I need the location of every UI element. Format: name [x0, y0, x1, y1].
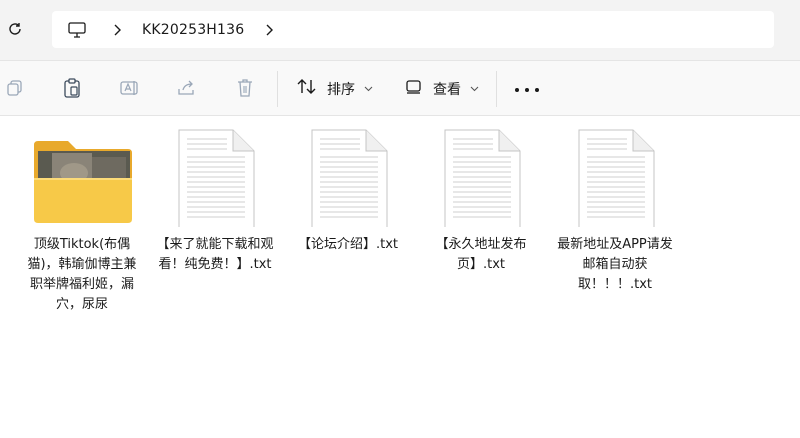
address-bar: KK20253H136 [0, 0, 800, 60]
text-file-icon [155, 117, 275, 233]
file-name: 【来了就能下载和观看！纯免费！】.txt [156, 237, 274, 272]
chevron-right-icon[interactable] [110, 23, 124, 37]
view-label: 查看 [433, 82, 461, 98]
refresh-icon[interactable] [4, 18, 26, 40]
file-name: 【论坛介绍】.txt [297, 237, 399, 252]
text-file-icon [421, 117, 541, 233]
sort-icon [297, 78, 317, 100]
sort-label: 排序 [327, 82, 355, 98]
breadcrumb-folder[interactable]: KK20253H136 [142, 22, 244, 38]
chevron-down-icon [469, 84, 479, 94]
view-button[interactable]: 查看 [405, 75, 479, 103]
file-name: 顶级Tiktok(布偶猫)，韩瑜伽博主兼职举牌福利姬，漏穴，尿尿 [27, 237, 137, 312]
rename-icon[interactable] [119, 77, 141, 99]
chevron-right-icon[interactable] [262, 23, 276, 37]
share-icon[interactable] [176, 77, 198, 99]
this-pc-icon[interactable] [66, 19, 88, 41]
breadcrumb[interactable]: KK20253H136 [52, 11, 774, 48]
more-options-icon[interactable] [515, 86, 539, 94]
copy-icon[interactable] [4, 77, 26, 99]
file-name: 【永久地址发布页】.txt [435, 237, 527, 272]
view-icon [405, 79, 423, 99]
text-file-icon [555, 117, 675, 233]
text-file-icon [288, 117, 408, 233]
command-bar: 排序 查看 [0, 60, 800, 116]
toolbar-divider [496, 71, 497, 107]
folder-icon [22, 117, 142, 227]
sort-button[interactable]: 排序 [297, 75, 373, 103]
file-name: 最新地址及APP请发邮箱自动获取！！！.txt [557, 237, 673, 292]
paste-icon[interactable] [61, 77, 83, 99]
delete-icon[interactable] [234, 77, 256, 99]
chevron-down-icon [363, 84, 373, 94]
toolbar-divider [277, 71, 278, 107]
file-list: 顶级Tiktok(布偶猫)，韩瑜伽博主兼职举牌福利姬，漏穴，尿尿 【来了就能下载… [0, 117, 800, 438]
